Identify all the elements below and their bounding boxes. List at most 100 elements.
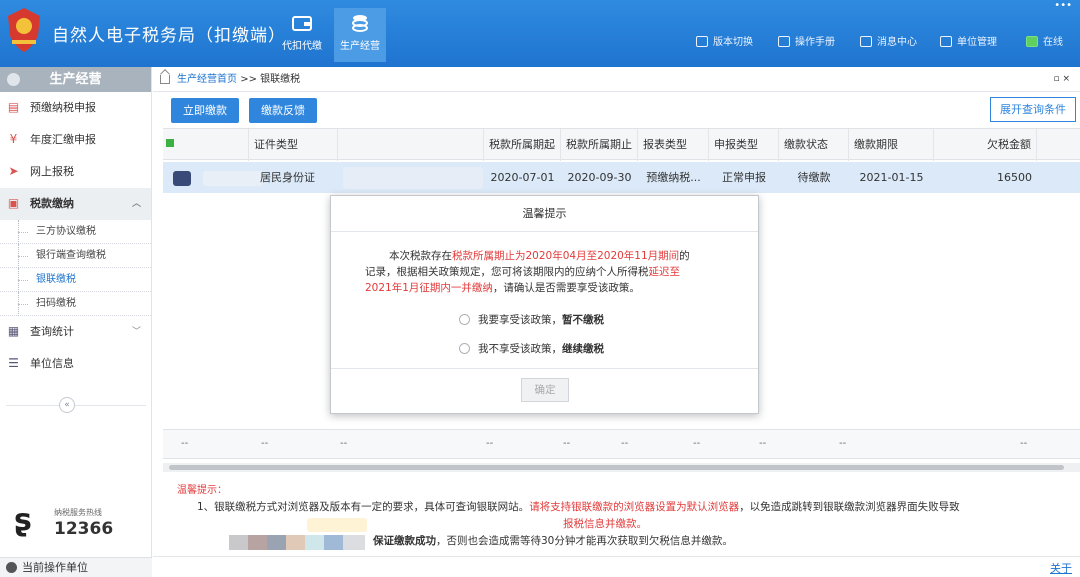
sidebar-item-online-report[interactable]: ➤ 网上报税: [0, 156, 151, 188]
wallet-icon: [292, 16, 312, 31]
sidebar-subitem-unionpay[interactable]: 银联缴税: [0, 268, 151, 292]
nav-business-label: 生产经营: [340, 41, 380, 52]
hotline-number: 12366: [54, 519, 114, 539]
gear-icon: [7, 73, 20, 86]
user-icon: [6, 562, 17, 573]
ear-icon: ʂ: [14, 503, 32, 538]
tax-table: 证件类型 税款所属期起 税款所属期止 报表类型 申报类型 缴款状态 缴款期限 欠…: [163, 128, 1080, 193]
col-period-end: 税款所属期止: [561, 129, 638, 161]
redacted-block: [343, 167, 483, 189]
about-link[interactable]: 关于: [1050, 560, 1072, 576]
horizontal-scrollbar[interactable]: [163, 463, 1080, 472]
chevron-up-icon: ︿: [131, 199, 141, 209]
sidebar-item-query-stats[interactable]: ▦ 查询统计 ﹀: [0, 316, 151, 348]
sidebar-subitem-qrcode[interactable]: 扫码缴税: [0, 292, 151, 316]
col-deadline: 缴款期限: [849, 129, 934, 161]
sidebar-item-tax-payment[interactable]: ▣ 税款缴纳 ︿: [0, 188, 151, 220]
query-icon: ▦: [7, 324, 20, 338]
cell-report-type: 预缴纳税...: [646, 171, 701, 184]
manual-icon: [778, 36, 790, 47]
redacted-block: [203, 171, 263, 186]
breadcrumb-separator: >>: [240, 74, 257, 85]
sidebar-item-unit-info[interactable]: ☰ 单位信息: [0, 348, 151, 380]
summary-cell: --: [839, 438, 847, 449]
summary-cell: --: [486, 438, 494, 449]
sidebar-subitem-bank-query[interactable]: 银行端查询缴税: [0, 244, 151, 268]
coins-icon: [352, 15, 368, 32]
document-icon: ▤: [7, 100, 20, 114]
summary-cell: --: [563, 438, 571, 449]
tips-line-3: 保证缴款成功，否则也会造成需等待30分钟才能再次获取到欠税信息并缴款。: [177, 533, 1057, 550]
sidebar-subitem-tripartite[interactable]: 三方协议缴税: [0, 220, 151, 244]
table-row[interactable]: 居民身份证 2020-07-01 2020-09-30 预缴纳税... 正常申报…: [163, 162, 1080, 193]
radio-button[interactable]: [459, 343, 470, 354]
app-header: 自然人电子税务局（扣缴端） 代扣代缴 生产经营 版本切换 操作手册 消息中心 单…: [0, 0, 1080, 67]
col-pay-status: 缴款状态: [779, 129, 849, 161]
col-report-type: 报表类型: [638, 129, 709, 161]
breadcrumb-current: 银联缴税: [260, 74, 301, 85]
pay-now-button[interactable]: 立即缴款: [171, 98, 239, 123]
cell-deadline: 2021-01-15: [859, 171, 924, 184]
confirm-button[interactable]: 确定: [521, 378, 569, 402]
col-id-type: 证件类型: [248, 129, 338, 161]
radio-button[interactable]: [459, 314, 470, 325]
send-icon: ➤: [8, 164, 19, 178]
summary-cell: --: [261, 438, 269, 449]
bottom-bar: [153, 556, 1080, 577]
col-period-start: 税款所属期起: [484, 129, 561, 161]
collapse-sidebar-button[interactable]: «: [59, 397, 75, 413]
option-enjoy-policy[interactable]: 我要享受该政策，暂不缴税: [459, 312, 604, 327]
select-all-checkbox[interactable]: [166, 139, 174, 147]
yen-icon: ¥: [9, 132, 18, 146]
current-unit-footer[interactable]: 当前操作单位: [0, 557, 152, 577]
close-tab-icon[interactable]: ▫ ×: [1053, 67, 1070, 92]
tax-icon: ▣: [7, 196, 20, 210]
summary-cell: --: [621, 438, 629, 449]
cell-period-start: 2020-07-01: [490, 171, 555, 184]
option-decline-policy[interactable]: 我不享受该政策，继续缴税: [459, 341, 604, 356]
chevron-down-icon: ﹀: [131, 327, 141, 337]
tips-line-1: 1、银联缴税方式对浏览器及版本有一定的要求，具体可查询银联网站。请将支持银联缴款…: [197, 501, 960, 513]
policy-notice-dialog: 温馨提示 本次税款存在税款所属期止为2020年04月至2020年11月期间的 记…: [330, 195, 759, 414]
sidebar-item-prepay-declare[interactable]: ▤ 预缴纳税申报: [0, 92, 151, 124]
nav-withholding-label: 代扣代缴: [282, 41, 322, 52]
table-summary-row: -- -- -- -- -- -- -- -- -- --: [163, 429, 1080, 459]
message-icon: [860, 36, 872, 47]
col-amount: 欠税金额: [934, 129, 1037, 161]
summary-cell: --: [1020, 438, 1028, 449]
summary-cell: --: [340, 438, 348, 449]
unit-management-link[interactable]: 单位管理: [940, 33, 997, 48]
version-icon: [696, 36, 708, 47]
dialog-title: 温馨提示: [331, 196, 758, 232]
cell-period-end: 2020-09-30: [567, 171, 632, 184]
sidebar-item-label: 单位信息: [30, 357, 74, 370]
sidebar-item-label: 年度汇缴申报: [30, 133, 96, 146]
scrollbar-thumb[interactable]: [169, 465, 1064, 470]
col-blank: [338, 129, 484, 161]
sidebar-item-label: 查询统计: [30, 325, 74, 338]
version-switch-link[interactable]: 版本切换: [696, 33, 753, 48]
expand-query-button[interactable]: 展开查询条件: [990, 97, 1076, 122]
tips-section: 温馨提示： 1、银联缴税方式对浏览器及版本有一定的要求，具体可查询银联网站。请将…: [177, 482, 1057, 550]
breadcrumb-home-link[interactable]: 生产经营首页: [177, 74, 237, 85]
sidebar-item-annual-declare[interactable]: ¥ 年度汇缴申报: [0, 124, 151, 156]
redacted-block: [307, 518, 367, 532]
dialog-message: 本次税款存在税款所属期止为2020年04月至2020年11月期间的 记录，根据相…: [365, 250, 690, 294]
manual-link[interactable]: 操作手册: [778, 33, 835, 48]
redacted-block: [229, 535, 365, 550]
nav-withholding[interactable]: 代扣代缴: [276, 8, 328, 62]
sidebar-header: 生产经营: [0, 67, 151, 92]
nav-business[interactable]: 生产经营: [334, 8, 386, 62]
payment-feedback-button[interactable]: 缴款反馈: [249, 98, 317, 123]
summary-cell: --: [181, 438, 189, 449]
cell-id-type: 居民身份证: [260, 171, 315, 184]
message-center-link[interactable]: 消息中心: [860, 33, 917, 48]
cell-declare-type: 正常申报: [722, 171, 766, 184]
col-declare-type: 申报类型: [709, 129, 779, 161]
tax-emblem-logo: [8, 8, 40, 52]
window-controls-icon[interactable]: •••: [1054, 0, 1072, 11]
dialog-footer: 确定: [331, 368, 758, 414]
sidebar-item-label: 预缴纳税申报: [30, 101, 96, 114]
redacted-block: [173, 171, 191, 186]
online-status[interactable]: 在线: [1026, 33, 1063, 48]
